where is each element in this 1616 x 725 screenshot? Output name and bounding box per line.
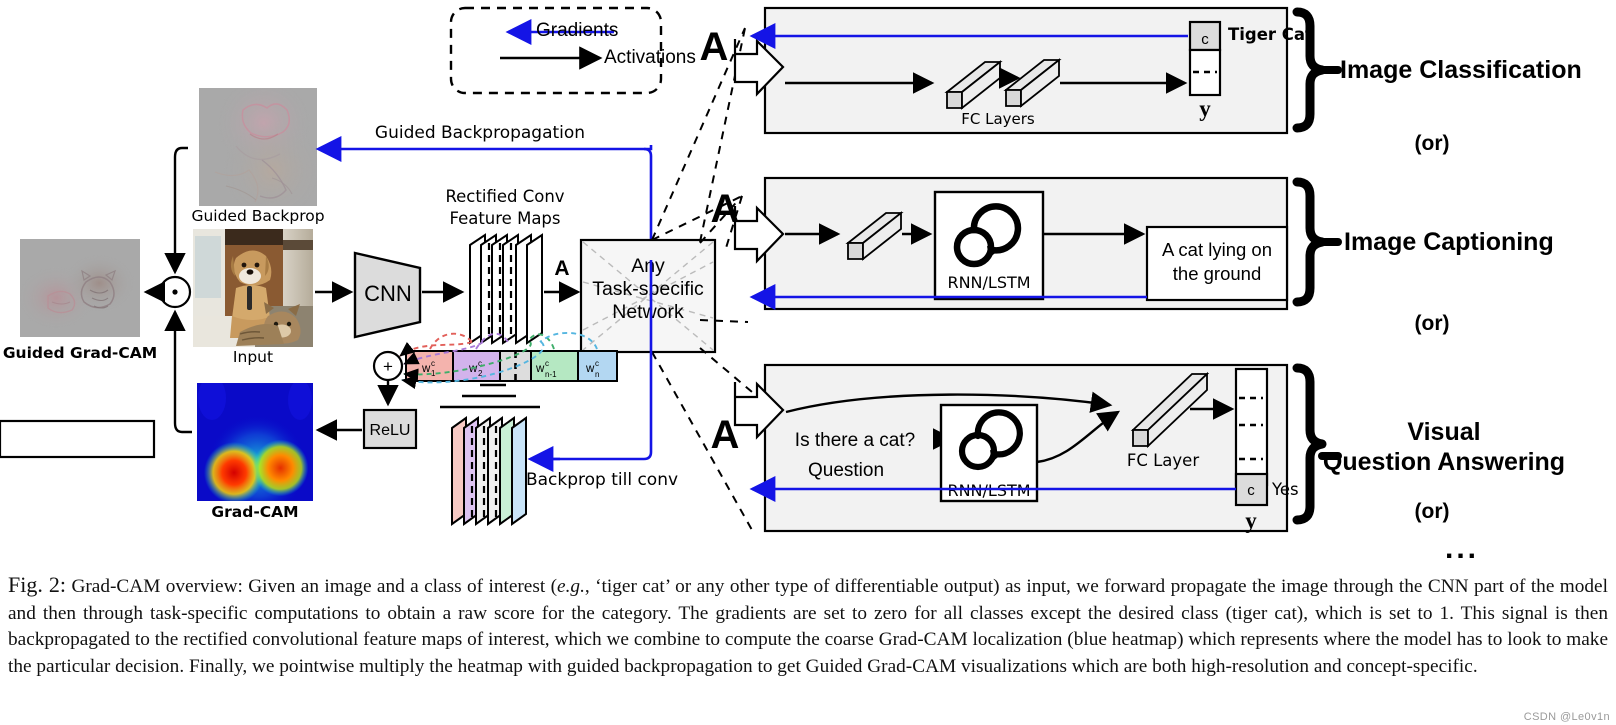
panel2-or: (or)	[1415, 312, 1450, 335]
task-network-line-3: Network	[612, 301, 684, 323]
svg-text:n: n	[595, 370, 599, 379]
panel1-or: (or)	[1415, 132, 1450, 155]
panel1-output-text: Tiger Cat	[1228, 25, 1313, 44]
panel3-or: (or)	[1415, 500, 1450, 523]
guided-backprop-image	[199, 88, 317, 206]
legend-gradients-label: Gradients	[536, 20, 619, 41]
panel3-fc-label: FC Layer	[1127, 451, 1199, 470]
panel3-output-text: Yes	[1271, 480, 1299, 499]
task-network-line-2: Task-specific	[592, 278, 704, 300]
panel1-y-label: y	[1199, 96, 1211, 121]
panel3-brace	[1292, 363, 1327, 525]
feature-maps-label-line1: Rectified Conv	[445, 187, 564, 206]
svg-text:c: c	[595, 359, 599, 368]
guided-gradcam-image	[20, 239, 140, 337]
input-label: Input	[233, 348, 273, 366]
guided-backprop-label: Guided Backprop	[191, 207, 324, 225]
legend-activations-label: Activations	[604, 47, 696, 68]
panel2-output-line1: A cat lying on	[1162, 239, 1272, 260]
pointwise-multiply-node	[158, 275, 192, 309]
ellipsis: ...	[1445, 532, 1479, 565]
panel3-question-box	[0, 419, 156, 459]
input-image	[193, 229, 313, 347]
panel1-fc-label: FC Layers	[961, 110, 1035, 128]
backprop-till-conv-label: Backprop till conv	[526, 470, 678, 490]
svg-text:c: c	[431, 359, 435, 368]
backprop-feature-maps	[451, 416, 527, 526]
panel3-question-label: Question	[808, 460, 884, 481]
guided-gradcam-label: Guided Grad-CAM	[3, 344, 157, 362]
task-network-line-1: Any	[631, 255, 665, 277]
cnn-label: CNN	[364, 281, 412, 306]
svg-text:1: 1	[431, 369, 436, 378]
relu-label: ReLU	[370, 422, 411, 439]
panel2-output-line2: the ground	[1173, 263, 1261, 284]
svg-text:c: c	[545, 359, 549, 368]
sum-node: +	[372, 350, 404, 382]
panel3-task-name-line2: Question Answering	[1323, 448, 1565, 476]
panel2-task-name: Image Captioning	[1344, 228, 1554, 256]
panel1-class-cell-label: c	[1201, 31, 1209, 48]
caption-figure-number: Fig. 2:	[8, 572, 67, 597]
panel3-y-label: y	[1245, 508, 1257, 533]
watermark: CSDN @Le0v1n	[1523, 711, 1610, 723]
figure-canvas: Guided Backprop Input Guided Grad-CAM Gr…	[0, 0, 1616, 565]
svg-text:w: w	[585, 363, 595, 375]
guided-backpropagation-label: Guided Backpropagation	[375, 123, 585, 143]
panel1-activations-symbol: A	[700, 25, 729, 69]
panel1-task-name: Image Classification	[1340, 56, 1582, 84]
caption-text-1: Grad-CAM overview: Given an image and a …	[66, 576, 558, 597]
gradcam-image	[197, 383, 313, 501]
svg-text:w: w	[535, 363, 545, 375]
svg-text:+: +	[383, 357, 393, 376]
caption-eg: e.g.	[557, 576, 585, 597]
svg-text:n-1: n-1	[545, 370, 557, 379]
panel3-task-name-line1: Visual	[1407, 418, 1480, 446]
panel2-rnn-label: RNN/LSTM	[947, 273, 1030, 292]
feature-maps-label-line2: Feature Maps	[449, 209, 560, 228]
activations-symbol-main: A	[554, 257, 569, 280]
rectified-conv-feature-maps	[469, 233, 543, 345]
figure-caption: Fig. 2: Grad-CAM overview: Given an imag…	[8, 572, 1608, 680]
sum-bars	[440, 383, 540, 409]
gradcam-label: Grad-CAM	[211, 503, 298, 521]
panel3-rnn-label: RNN/LSTM	[947, 481, 1030, 500]
panel3-question-text: Is there a cat?	[795, 430, 915, 451]
panel3-class-cell-label: c	[1247, 482, 1255, 499]
svg-text:w: w	[468, 363, 478, 375]
